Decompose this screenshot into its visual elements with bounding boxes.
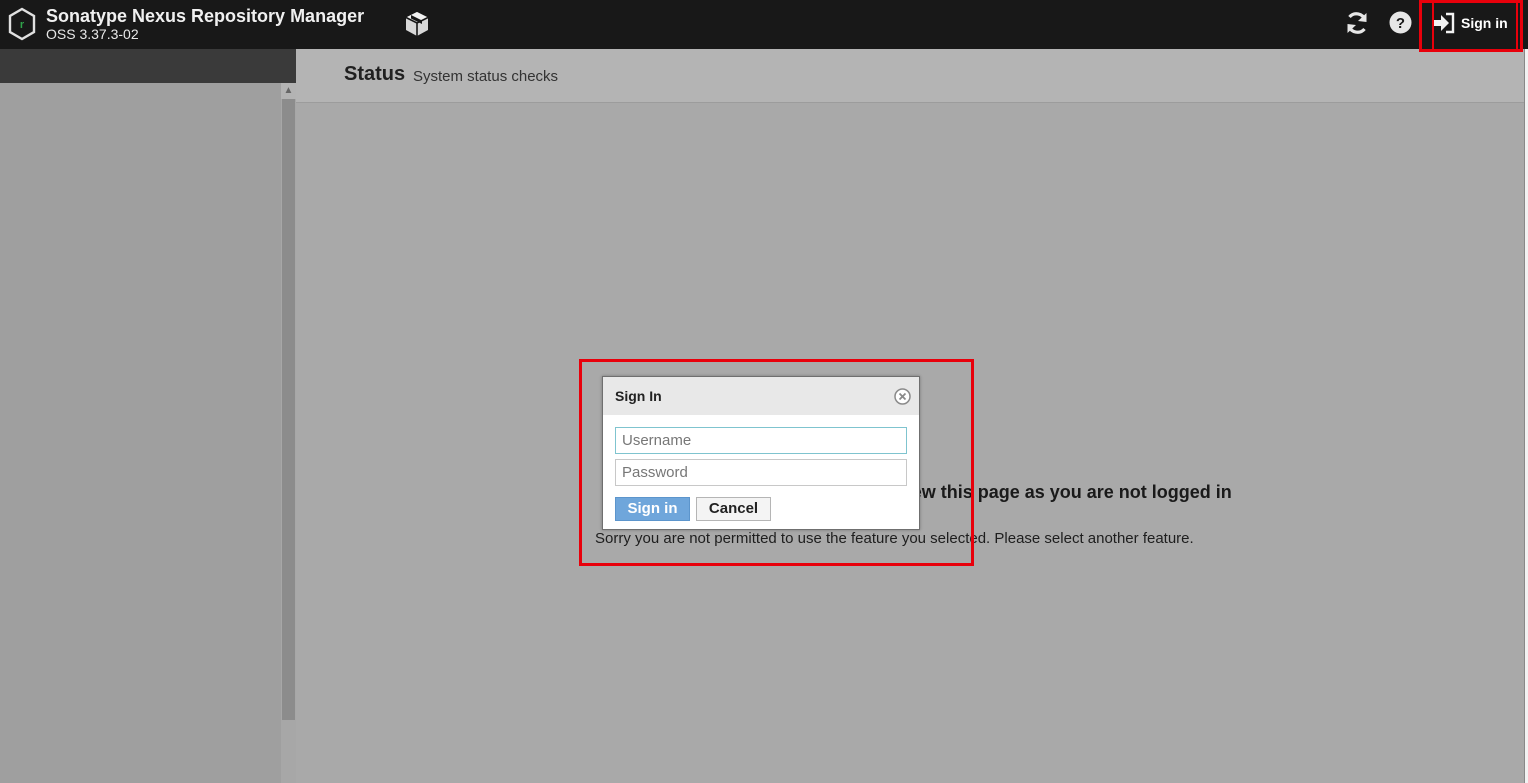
nexus-logo-icon: r (8, 7, 36, 41)
window-right-edge (1524, 49, 1528, 783)
sidebar-scroll-thumb[interactable] (282, 99, 295, 720)
app-version: OSS 3.37.3-02 (46, 26, 139, 42)
sidebar-nav (0, 83, 281, 783)
page-header: Status System status checks (296, 49, 1524, 103)
highlight-box-sign-in-dialog (579, 359, 974, 566)
highlight-box-header-sign-in-inner (1432, 0, 1518, 50)
help-icon[interactable]: ? (1389, 11, 1412, 34)
svg-text:r: r (20, 19, 25, 31)
refresh-icon[interactable] (1343, 9, 1371, 37)
top-header: r Sonatype Nexus Repository Manager OSS … (0, 0, 1528, 49)
nav-toolbar (0, 49, 296, 83)
page-subtitle: System status checks (413, 68, 559, 85)
page-title: Status (344, 63, 406, 85)
svg-text:?: ? (1396, 15, 1405, 32)
cube-icon[interactable] (402, 9, 432, 39)
scroll-up-icon[interactable]: ▲ (281, 83, 296, 99)
app-title: Sonatype Nexus Repository Manager (46, 6, 365, 26)
